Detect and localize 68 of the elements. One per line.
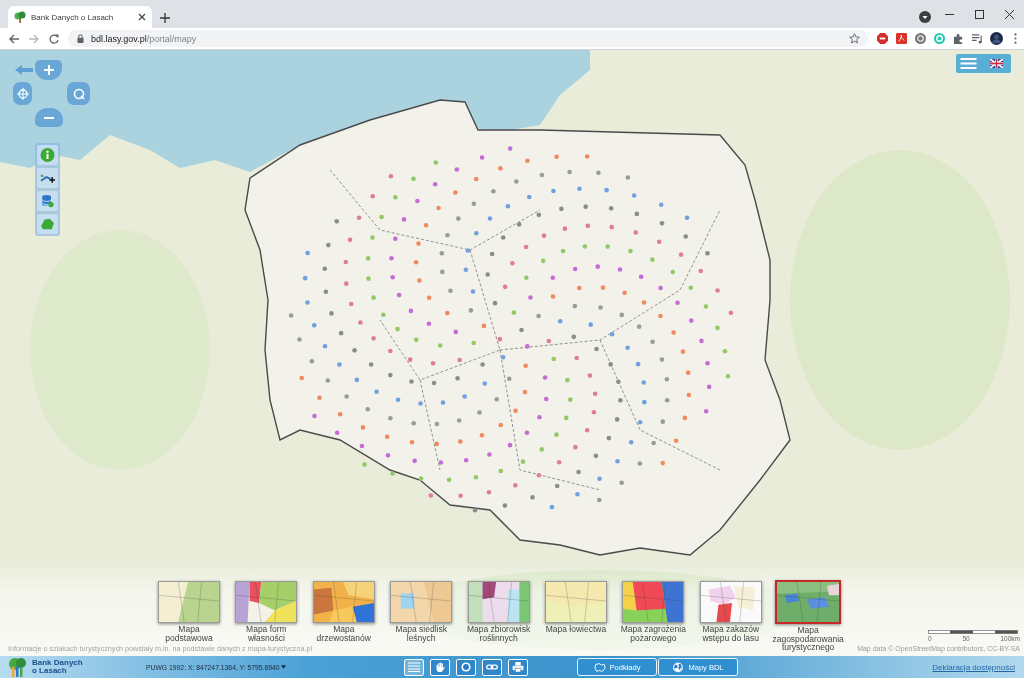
map-type-button[interactable]: Mapa form własności	[228, 581, 305, 643]
avatar-icon[interactable]	[990, 32, 1003, 45]
octagon-icon[interactable]	[877, 33, 888, 44]
plus-icon	[43, 65, 54, 75]
tool-button[interactable]	[508, 658, 528, 676]
cloud-icon	[593, 661, 606, 673]
list-icon	[408, 662, 420, 672]
tool-button[interactable]	[456, 658, 476, 676]
circle-icon[interactable]	[915, 33, 926, 44]
polygon-button[interactable]	[37, 214, 58, 234]
map-type-button[interactable]: Mapa podstawowa	[151, 581, 227, 643]
accessibility-link[interactable]: Deklaracja dostępności	[932, 662, 1015, 672]
tool-button[interactable]	[482, 658, 502, 676]
tab-title: Bank Danych o Lasach	[31, 12, 114, 22]
info-icon	[40, 148, 55, 162]
map-type-button[interactable]: Mapa drzewostanów	[305, 581, 382, 643]
ring-icon[interactable]	[934, 33, 945, 44]
puzzle-icon[interactable]	[953, 33, 964, 44]
close-tab-button[interactable]	[138, 13, 146, 21]
tool-button[interactable]	[404, 658, 424, 676]
minus-icon	[44, 116, 54, 119]
logo-icon	[7, 657, 29, 677]
minimize-icon	[944, 13, 954, 15]
zoom-in-button[interactable]	[35, 60, 62, 80]
close-icon	[138, 13, 146, 21]
left-arrow-icon	[15, 65, 33, 75]
plus-icon	[160, 13, 170, 23]
caret-icon	[280, 665, 286, 669]
logo-text: Bank Danych o Lasach	[32, 658, 83, 676]
menu-button[interactable]	[960, 58, 977, 69]
map-type-button[interactable]: Mapa zakazów wstępu do lasu	[692, 581, 769, 643]
globe-icon	[672, 661, 685, 673]
map-type-button[interactable]: Mapa zagospodarowania turystycznego	[770, 581, 847, 652]
close-icon	[1004, 9, 1014, 19]
tab-search-button[interactable]	[919, 11, 931, 23]
more-icon[interactable]	[1014, 33, 1017, 44]
maximize-icon	[974, 9, 984, 19]
flag-icon	[990, 59, 1003, 68]
right-arrow-icon	[29, 33, 39, 44]
left-arrow-icon	[9, 33, 19, 44]
language-button[interactable]	[990, 59, 1003, 68]
address-field[interactable]: bdl.lasy.gov.pl/portal/mapy	[68, 30, 868, 47]
menu-icon	[960, 58, 977, 69]
map-type-button[interactable]: Mapa zagrożenia pożarowego	[615, 581, 692, 643]
magnifier-icon	[72, 87, 85, 100]
database-icon	[40, 194, 55, 208]
star-icon[interactable]	[849, 33, 860, 44]
caret-circle-icon	[919, 11, 931, 23]
database-button[interactable]	[37, 191, 58, 211]
disc-icon	[460, 662, 472, 672]
map-type-button[interactable]: Mapa siedlisk leśnych	[383, 581, 460, 643]
tree-icon	[14, 11, 26, 23]
reload-icon	[49, 33, 59, 44]
document-icon[interactable]	[896, 33, 907, 44]
magnifier-button[interactable]	[67, 82, 90, 105]
link-icon	[486, 662, 498, 672]
url-text: bdl.lasy.gov.pl/portal/mapy	[91, 33, 197, 44]
browser-tab[interactable]: Bank Danych o Lasach	[8, 6, 152, 28]
tool-button[interactable]	[430, 658, 450, 676]
printer-icon	[512, 662, 524, 672]
crosshair-icon	[16, 87, 29, 100]
map-type-button[interactable]: Mapa zbiorowisk roślinnych	[460, 581, 537, 643]
playlist-icon[interactable]	[972, 33, 983, 44]
hand-icon	[434, 662, 446, 672]
new-tab-button[interactable]	[160, 13, 170, 23]
measure-button[interactable]	[37, 168, 58, 188]
map-type-button[interactable]: Mapa łowiectwa	[537, 581, 614, 634]
lock-icon	[77, 34, 84, 43]
